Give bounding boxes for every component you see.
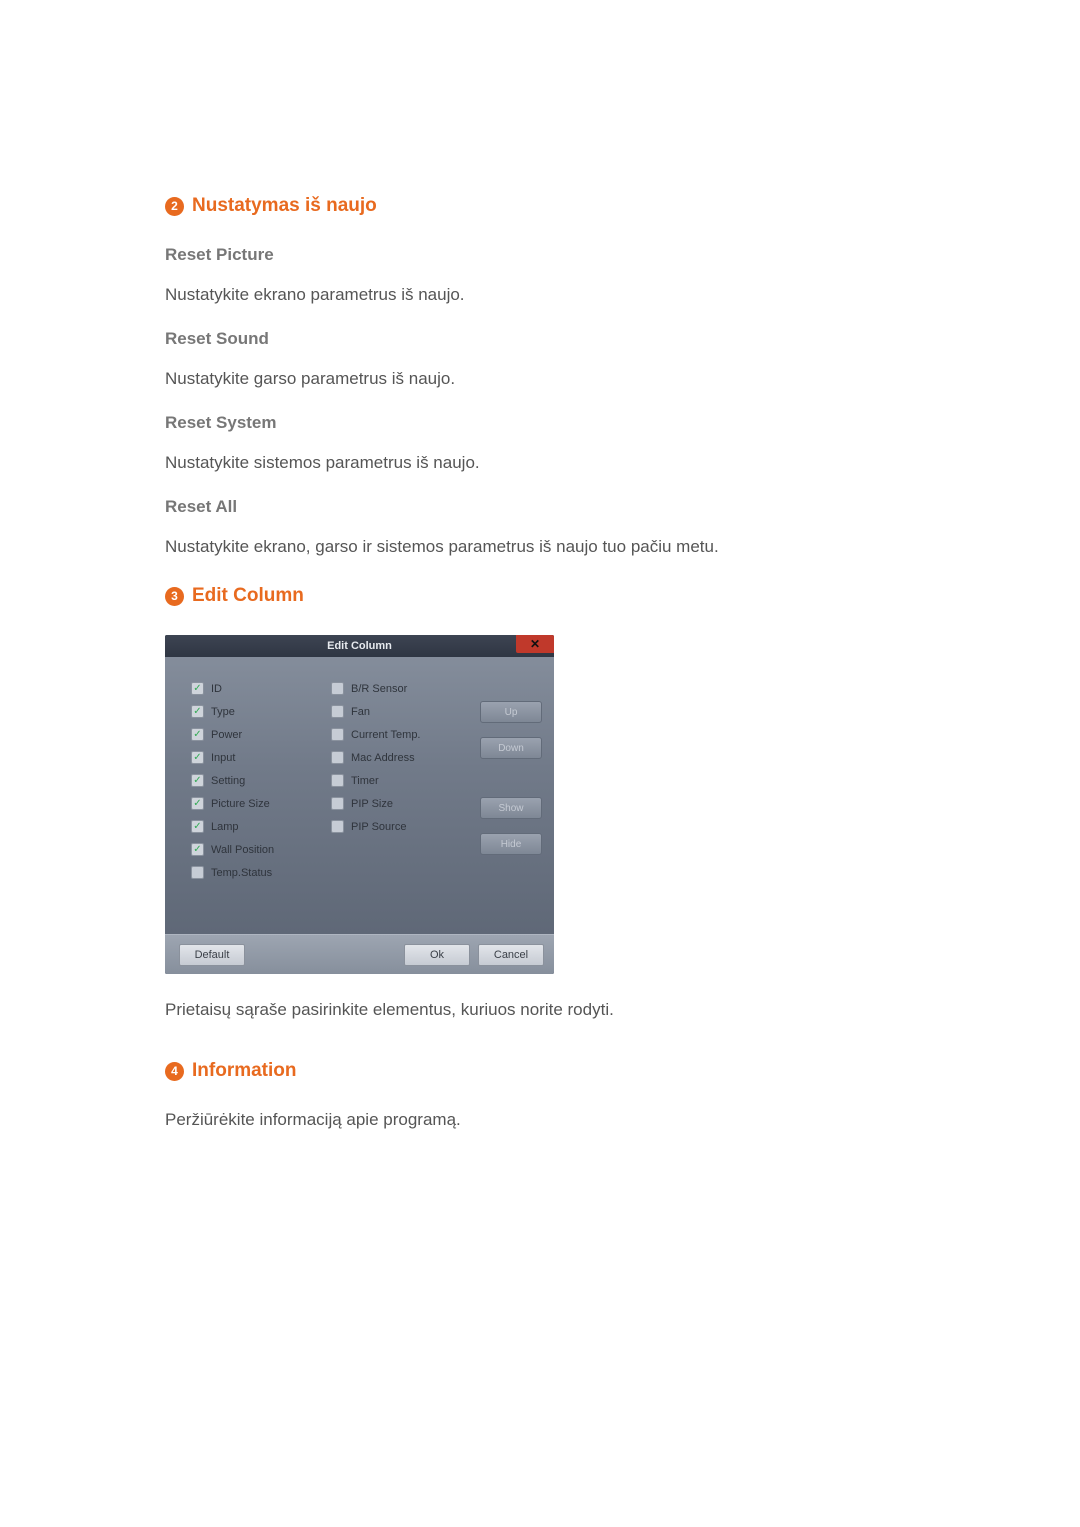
checkbox-label: B/R Sensor xyxy=(351,683,407,695)
badge-4-icon: 4 xyxy=(165,1062,184,1081)
checkbox-icon[interactable]: ✓ xyxy=(331,705,344,718)
badge-2-icon: 2 xyxy=(165,197,184,216)
badge-3-icon: 3 xyxy=(165,587,184,606)
section-3-heading: 3 Edit Column xyxy=(165,585,920,607)
checkbox-icon[interactable]: ✓ xyxy=(331,820,344,833)
section-4-title: Information xyxy=(192,1060,297,1082)
checkbox-icon[interactable]: ✓ xyxy=(191,751,204,764)
checkbox-icon[interactable]: ✓ xyxy=(191,728,204,741)
reset-all-head: Reset All xyxy=(165,497,920,517)
reset-picture-head: Reset Picture xyxy=(165,245,920,265)
checkbox-icon[interactable]: ✓ xyxy=(191,866,204,879)
dialog-titlebar: Edit Column ✕ xyxy=(165,635,554,657)
checkbox-row[interactable]: ✓ Type xyxy=(191,700,319,723)
checkbox-icon[interactable]: ✓ xyxy=(191,820,204,833)
reset-system-body: Nustatykite sistemos parametrus iš naujo… xyxy=(165,453,920,473)
dialog-footer: Default Ok Cancel xyxy=(165,934,554,974)
reset-system-head: Reset System xyxy=(165,413,920,433)
checkbox-row[interactable]: ✓ Fan xyxy=(331,700,459,723)
checkbox-label: Current Temp. xyxy=(351,729,421,741)
checkbox-row[interactable]: ✓ Picture Size xyxy=(191,792,319,815)
checkbox-icon[interactable]: ✓ xyxy=(191,774,204,787)
section-3-title: Edit Column xyxy=(192,585,304,607)
reset-all-body: Nustatykite ekrano, garso ir sistemos pa… xyxy=(165,537,920,557)
checkbox-label: Picture Size xyxy=(211,798,270,810)
close-icon[interactable]: ✕ xyxy=(516,635,554,653)
cancel-button[interactable]: Cancel xyxy=(478,944,544,966)
checkbox-row[interactable]: ✓ Current Temp. xyxy=(331,723,459,746)
checkbox-icon[interactable]: ✓ xyxy=(331,682,344,695)
checkbox-row[interactable]: ✓ ID xyxy=(191,677,319,700)
checkbox-label: Type xyxy=(211,706,235,718)
checkbox-row[interactable]: ✓ Input xyxy=(191,746,319,769)
checkbox-icon[interactable]: ✓ xyxy=(331,751,344,764)
checkbox-icon[interactable]: ✓ xyxy=(191,682,204,695)
checkbox-label: Timer xyxy=(351,775,379,787)
reset-sound-head: Reset Sound xyxy=(165,329,920,349)
left-column: ✓ ID ✓ Type ✓ Power ✓ Input ✓ Setting ✓ Picture Siz… xyxy=(191,677,319,884)
checkbox-row[interactable]: ✓ PIP Source xyxy=(331,815,459,838)
default-button[interactable]: Default xyxy=(179,944,245,966)
checkbox-label: ID xyxy=(211,683,222,695)
edit-column-dialog: Edit Column ✕ ✓ ID ✓ Type ✓ Power ✓ Input ✓ Setti… xyxy=(165,635,554,974)
checkbox-label: Fan xyxy=(351,706,370,718)
checkbox-label: PIP Source xyxy=(351,821,406,833)
checkbox-label: Input xyxy=(211,752,235,764)
checkbox-icon[interactable]: ✓ xyxy=(191,705,204,718)
hide-button[interactable]: Hide xyxy=(480,833,542,855)
checkbox-icon[interactable]: ✓ xyxy=(331,774,344,787)
checkbox-label: Wall Position xyxy=(211,844,274,856)
reset-sound-body: Nustatykite garso parametrus iš naujo. xyxy=(165,369,920,389)
checkbox-row[interactable]: ✓ Mac Address xyxy=(331,746,459,769)
checkbox-label: Power xyxy=(211,729,242,741)
section-2-heading: 2 Nustatymas iš naujo xyxy=(165,195,920,217)
side-buttons: Up Down Show Hide xyxy=(480,701,542,855)
show-button[interactable]: Show xyxy=(480,797,542,819)
checkbox-label: Lamp xyxy=(211,821,239,833)
checkbox-icon[interactable]: ✓ xyxy=(191,843,204,856)
checkbox-row[interactable]: ✓ PIP Size xyxy=(331,792,459,815)
checkbox-label: Mac Address xyxy=(351,752,415,764)
section-3-caption: Prietaisų sąraše pasirinkite elementus, … xyxy=(165,1000,920,1020)
checkbox-label: Temp.Status xyxy=(211,867,272,879)
checkbox-row[interactable]: ✓ Wall Position xyxy=(191,838,319,861)
checkbox-icon[interactable]: ✓ xyxy=(331,728,344,741)
dialog-title: Edit Column xyxy=(327,640,392,652)
down-button[interactable]: Down xyxy=(480,737,542,759)
checkbox-row[interactable]: ✓ Setting xyxy=(191,769,319,792)
right-column: ✓ B/R Sensor ✓ Fan ✓ Current Temp. ✓ Mac Addres… xyxy=(331,677,459,884)
checkbox-label: PIP Size xyxy=(351,798,393,810)
checkbox-row[interactable]: ✓ Lamp xyxy=(191,815,319,838)
dialog-body: ✓ ID ✓ Type ✓ Power ✓ Input ✓ Setting ✓ Picture Siz… xyxy=(165,657,554,934)
up-button[interactable]: Up xyxy=(480,701,542,723)
checkbox-icon[interactable]: ✓ xyxy=(191,797,204,810)
checkbox-row[interactable]: ✓ B/R Sensor xyxy=(331,677,459,700)
section-4-body: Peržiūrėkite informaciją apie programą. xyxy=(165,1110,920,1130)
checkbox-row[interactable]: ✓ Timer xyxy=(331,769,459,792)
checkbox-icon[interactable]: ✓ xyxy=(331,797,344,810)
ok-button[interactable]: Ok xyxy=(404,944,470,966)
section-2-title: Nustatymas iš naujo xyxy=(192,195,377,217)
checkbox-row[interactable]: ✓ Temp.Status xyxy=(191,861,319,884)
section-4-heading: 4 Information xyxy=(165,1060,920,1082)
reset-picture-body: Nustatykite ekrano parametrus iš naujo. xyxy=(165,285,920,305)
checkbox-row[interactable]: ✓ Power xyxy=(191,723,319,746)
checkbox-label: Setting xyxy=(211,775,245,787)
